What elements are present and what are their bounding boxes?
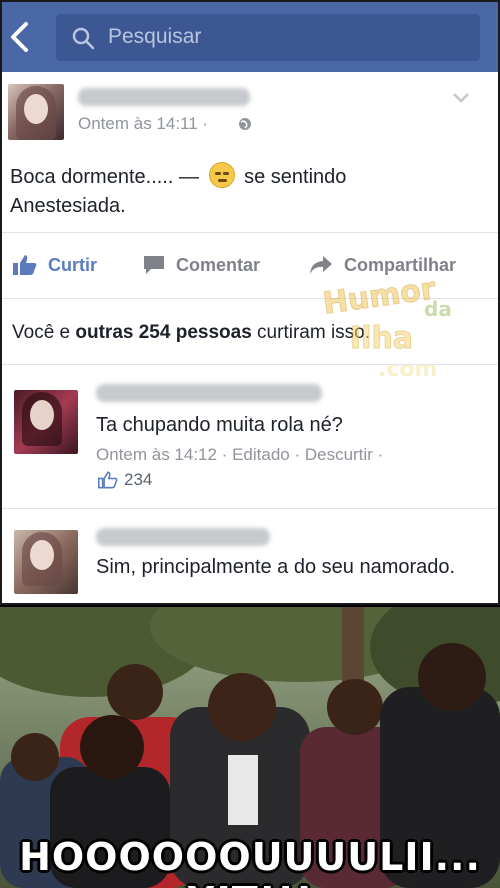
svg-text:da: da [424,297,452,321]
svg-text:.com: .com [378,357,437,382]
comment-like-number: 234 [124,470,153,489]
comment-label: Comentar [176,254,261,275]
humor-da-ilha-watermark-logo: Humor da Ilha .com [320,276,452,382]
divider [2,364,498,365]
post-text: Boca dormente..... — se sentindo Anestes… [10,162,430,221]
likes-count[interactable]: outras 254 pessoas [75,322,251,343]
back-icon[interactable] [6,20,36,54]
search-icon [72,27,95,50]
share-arrow-icon [310,256,332,274]
comment-icon [144,256,164,274]
likes-summary[interactable]: Você e outras 254 pessoas curtiram isso. [12,322,370,344]
reply-text: Sim, principalmente a do seu namorado. [96,556,456,578]
feeling-emoji-icon [208,162,235,188]
comment-meta[interactable]: Ontem às 14:12 · Editado · Descurtir · [96,445,383,465]
chevron-down-icon[interactable] [452,92,470,104]
meme-caption: HOOOOOOUUUULII... XIT!!! [19,835,481,888]
search-bar[interactable]: Pesquisar [56,14,480,61]
thumbs-up-icon [98,471,118,489]
reaction-meme-image: HOOOOOOUUUULII... XIT!!! [0,607,500,888]
reply-author-name-blurred[interactable] [96,528,270,546]
like-button[interactable]: Curtir [12,250,97,280]
post-card: Ontem às 14:11 · Boca dormente..... — se… [2,72,498,603]
likes-prefix: Você e [12,322,71,343]
comment-text: Ta chupando muita rola né? [96,414,343,436]
post-timestamp[interactable]: Ontem às 14:11 · [78,114,208,134]
search-input[interactable]: Pesquisar [108,23,201,51]
post-author-name-blurred[interactable] [78,88,250,106]
svg-text:Ilha: Ilha [350,321,413,356]
post-message: Boca dormente..... — [10,166,199,188]
commenter-avatar[interactable] [14,390,78,454]
svg-text:Humor: Humor [321,276,438,322]
comment-like-count[interactable]: 234 [98,470,152,490]
facebook-screenshot: Pesquisar Ontem às 14:11 · Boca dormente… [0,0,500,605]
post-author-avatar[interactable] [8,84,64,140]
feeling-value[interactable]: Anestesiada. [10,195,126,217]
globe-icon [239,118,251,130]
divider [2,232,498,233]
feeling-label: se sentindo [244,166,347,188]
top-bar: Pesquisar [2,2,498,72]
divider [2,508,498,509]
thumbs-up-icon [13,255,37,275]
reply-author-avatar[interactable] [14,530,78,594]
comment-button[interactable]: Comentar [142,250,260,280]
share-label: Compartilhar [344,254,457,275]
commenter-name-blurred[interactable] [96,384,322,402]
like-label: Curtir [48,254,97,275]
